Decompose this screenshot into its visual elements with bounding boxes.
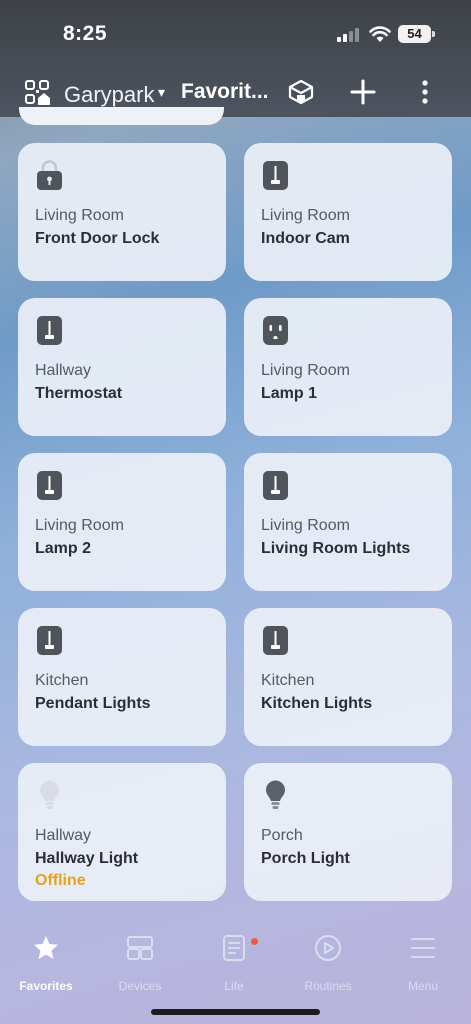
tab-label: Devices	[118, 979, 162, 993]
device-card-lamp-2[interactable]: Living Room Lamp 2	[18, 453, 226, 591]
status-time: 8:25	[63, 22, 108, 45]
device-room: Living Room	[35, 207, 124, 224]
top-bar: 8:25 54 Garypark ▾ Favorit...	[0, 0, 471, 117]
device-room: Hallway	[35, 827, 92, 844]
switch-icon	[37, 471, 62, 500]
device-room: Living Room	[35, 517, 124, 534]
device-name: Hallway Light	[35, 850, 139, 867]
devices-icon	[127, 936, 153, 960]
device-name: Porch Light	[261, 850, 350, 867]
battery-indicator: 54	[398, 25, 435, 43]
device-card-hallway-light[interactable]: Hallway Hallway Light Offline	[18, 763, 226, 901]
switch-icon	[263, 471, 288, 500]
bulb-icon	[266, 780, 285, 809]
tab-label: Favorites	[19, 979, 73, 993]
device-room: Kitchen	[261, 672, 315, 689]
more-options-icon[interactable]	[414, 78, 436, 106]
device-card-living-room-lights[interactable]: Living Room Living Room Lights	[244, 453, 452, 591]
device-name: Lamp 2	[35, 540, 92, 557]
home-selector[interactable]: Garypark	[64, 82, 154, 108]
wifi-icon	[369, 26, 391, 42]
tab-label: Life	[224, 979, 244, 993]
device-room: Living Room	[261, 362, 350, 379]
tab-routines[interactable]: Routines	[283, 932, 373, 993]
switch-icon	[37, 316, 62, 345]
cellular-signal-icon	[337, 28, 359, 42]
chevron-down-icon[interactable]: ▾	[158, 84, 165, 101]
home-indicator[interactable]	[151, 1009, 320, 1015]
tab-menu[interactable]: Menu	[378, 932, 468, 993]
switch-icon	[263, 161, 288, 190]
device-room: Hallway	[35, 362, 92, 379]
device-room: Kitchen	[35, 672, 89, 689]
partial-card	[19, 107, 224, 125]
device-name: Thermostat	[35, 385, 123, 402]
life-icon	[223, 935, 245, 961]
outlet-icon	[263, 316, 288, 345]
tab-devices[interactable]: Devices	[95, 932, 185, 993]
device-name: Living Room Lights	[261, 540, 411, 557]
device-name: Pendant Lights	[35, 695, 151, 712]
device-name: Lamp 1	[261, 385, 318, 402]
device-name: Kitchen Lights	[261, 695, 373, 712]
tab-label: Routines	[304, 979, 352, 993]
notification-dot	[251, 938, 258, 945]
star-icon	[34, 936, 58, 959]
device-card-porch-light[interactable]: Porch Porch Light	[244, 763, 452, 901]
lock-icon	[37, 160, 62, 190]
3d-map-icon[interactable]	[287, 78, 315, 106]
tab-favorites[interactable]: Favorites	[1, 932, 91, 993]
play-icon	[315, 935, 341, 961]
device-room: Living Room	[261, 517, 350, 534]
bulb-icon	[40, 780, 59, 809]
tab-life[interactable]: Life	[189, 932, 279, 993]
status-bar: 8:25 54	[0, 0, 471, 60]
device-name: Front Door Lock	[35, 230, 160, 247]
device-name: Indoor Cam	[261, 230, 350, 247]
device-room: Living Room	[261, 207, 350, 224]
menu-icon	[411, 938, 435, 958]
add-icon[interactable]	[349, 78, 377, 106]
page-title[interactable]: Favorit...	[181, 80, 269, 104]
device-card-kitchen-lights[interactable]: Kitchen Kitchen Lights	[244, 608, 452, 746]
device-room: Porch	[261, 827, 303, 844]
tab-label: Menu	[407, 979, 439, 993]
device-card-indoor-cam[interactable]: Living Room Indoor Cam	[244, 143, 452, 281]
home-qr-icon[interactable]	[25, 80, 51, 106]
device-card-thermostat[interactable]: Hallway Thermostat	[18, 298, 226, 436]
device-card-lamp-1[interactable]: Living Room Lamp 1	[244, 298, 452, 436]
switch-icon	[263, 626, 288, 655]
offline-status: Offline	[35, 872, 86, 889]
device-card-front-door-lock[interactable]: Living Room Front Door Lock	[18, 143, 226, 281]
device-card-pendant-lights[interactable]: Kitchen Pendant Lights	[18, 608, 226, 746]
switch-icon	[37, 626, 62, 655]
